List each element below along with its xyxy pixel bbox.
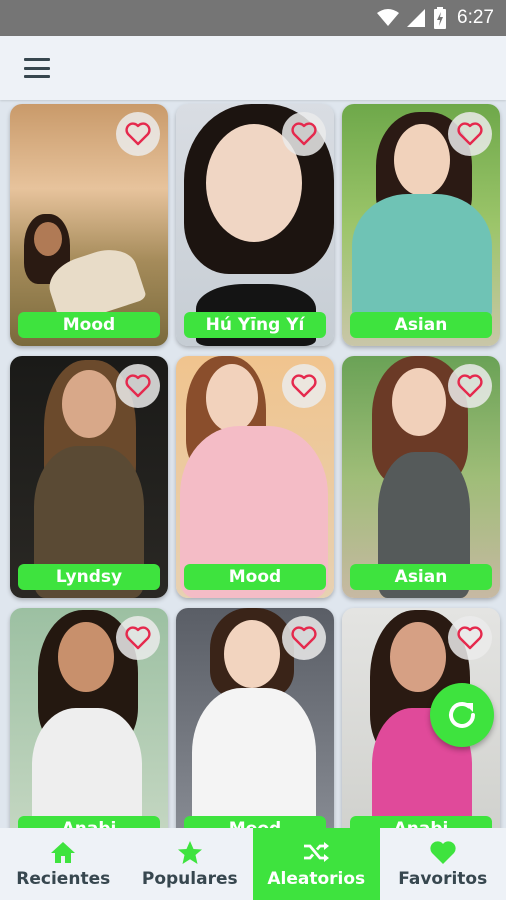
shuffle-icon [302, 839, 330, 865]
photo-card[interactable]: Anabi [10, 608, 168, 828]
nav-aleatorios[interactable]: Aleatorios [253, 828, 380, 900]
nav-label: Aleatorios [267, 869, 366, 889]
favorite-heart-icon[interactable] [448, 616, 492, 660]
favorite-heart-icon[interactable] [116, 364, 160, 408]
photo-card[interactable]: Lyndsy [10, 356, 168, 598]
photo-card[interactable]: Asian [342, 104, 500, 346]
favorite-heart-icon[interactable] [448, 364, 492, 408]
favorite-heart-icon[interactable] [282, 616, 326, 660]
nav-populares[interactable]: Populares [127, 828, 254, 900]
photo-card[interactable]: Asian [342, 356, 500, 598]
card-name-label[interactable]: Lyndsy [18, 564, 160, 590]
home-icon [50, 839, 76, 865]
bottom-navigation: Recientes Populares Aleatorios Favoritos [0, 828, 506, 900]
refresh-button[interactable] [430, 683, 494, 747]
favorite-heart-icon[interactable] [282, 112, 326, 156]
card-name-label[interactable]: Mood [184, 564, 326, 590]
refresh-icon [444, 697, 480, 733]
favorite-heart-icon[interactable] [448, 112, 492, 156]
card-name-label[interactable]: Anabi [18, 816, 160, 828]
favorite-heart-icon[interactable] [116, 616, 160, 660]
favorite-heart-icon[interactable] [116, 112, 160, 156]
battery-charging-icon [433, 7, 447, 29]
nav-favoritos[interactable]: Favoritos [380, 828, 506, 900]
card-name-label[interactable]: Hú Yīng Yí [184, 312, 326, 338]
card-name-label[interactable]: Mood [18, 312, 160, 338]
status-time: 6:27 [457, 7, 494, 28]
app-bar [0, 36, 506, 100]
nav-label: Recientes [16, 869, 111, 889]
card-name-label[interactable]: Asian [350, 312, 492, 338]
favorite-heart-icon[interactable] [282, 364, 326, 408]
hamburger-menu-icon[interactable] [24, 58, 50, 78]
card-name-label[interactable]: Mood [184, 816, 326, 828]
nav-label: Favoritos [398, 869, 488, 889]
nav-recientes[interactable]: Recientes [0, 828, 127, 900]
nav-label: Populares [141, 869, 238, 889]
status-bar: 6:27 [0, 0, 506, 36]
photo-card[interactable]: Mood [10, 104, 168, 346]
photo-card[interactable]: Mood [176, 356, 334, 598]
heart-icon [429, 839, 457, 865]
photo-card[interactable]: Mood [176, 608, 334, 828]
star-icon [177, 839, 203, 865]
card-name-label[interactable]: Anabi [350, 816, 492, 828]
signal-icon [407, 9, 426, 27]
card-name-label[interactable]: Asian [350, 564, 492, 590]
photo-card[interactable]: Hú Yīng Yí [176, 104, 334, 346]
wifi-icon [377, 9, 400, 27]
